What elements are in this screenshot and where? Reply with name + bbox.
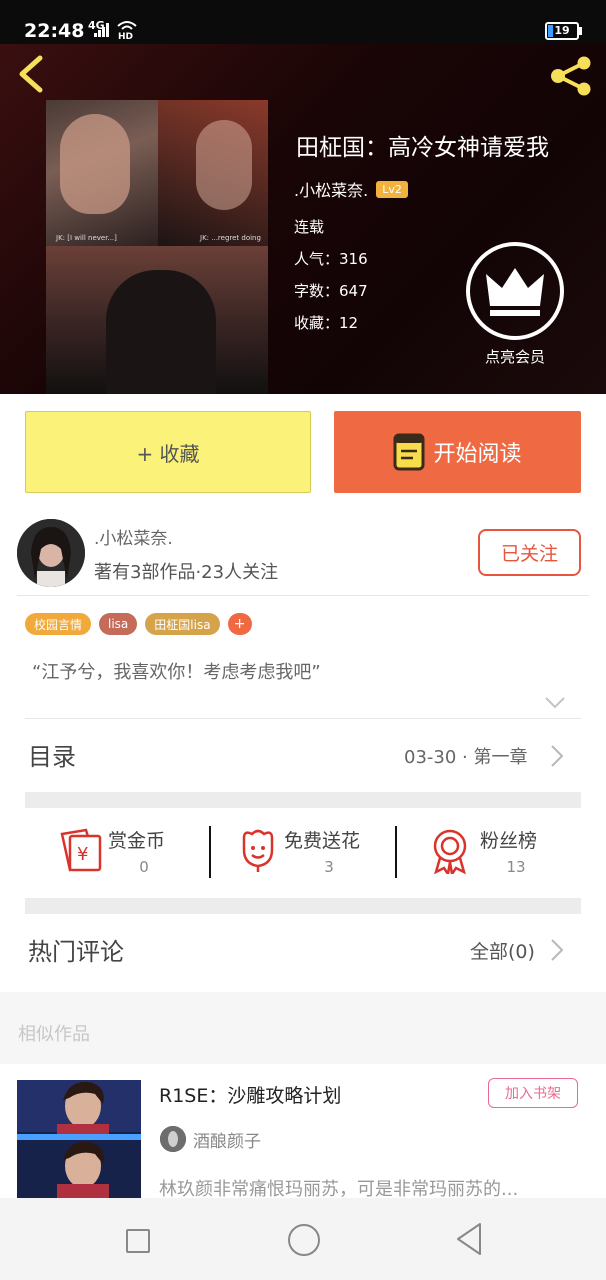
vip-label[interactable]: 点亮会员 <box>470 346 560 367</box>
battery-icon: 19 <box>545 22 579 40</box>
reward-coins[interactable]: ¥ 赏金币 0 <box>56 820 196 884</box>
tag-list: 校园言情 lisa 田柾国lisa + <box>25 613 252 635</box>
home-button[interactable] <box>288 1224 320 1256</box>
status-bar: 22:48 4G HD 19 <box>0 0 606 44</box>
crown-icon <box>486 268 544 316</box>
comments-all-link[interactable]: 全部(0) <box>470 937 535 964</box>
catalog-title[interactable]: 目录 <box>28 737 76 772</box>
similar-author-name[interactable]: 酒酿颜子 <box>193 1127 261 1152</box>
similar-cover-image <box>17 1080 141 1200</box>
medal-icon <box>433 829 467 874</box>
author-avatar[interactable] <box>17 519 85 587</box>
recent-apps-button[interactable] <box>126 1229 150 1253</box>
start-reading-button[interactable]: 开始阅读 <box>334 411 581 493</box>
tag-item[interactable]: 校园言情 <box>25 613 92 635</box>
book-cover[interactable]: JK: [I will never...] JK: ...regret doin… <box>46 100 268 394</box>
reward-flowers-label: 免费送花 <box>284 830 361 852</box>
serial-status: 连载 <box>294 218 325 236</box>
back-arrow-icon[interactable] <box>14 54 50 94</box>
status-time: 22:48 <box>24 20 85 42</box>
share-icon[interactable] <box>548 56 594 96</box>
reward-flowers-count: 3 <box>324 858 334 876</box>
divider <box>17 595 589 596</box>
collect-button-label: + 收藏 <box>136 441 200 466</box>
flower-icon <box>242 829 274 872</box>
reward-coins-count: 0 <box>139 858 149 876</box>
reward-fan-ranking[interactable]: 粉丝榜 13 <box>428 820 568 884</box>
hd-wifi-icon: HD <box>117 21 137 40</box>
book-intro: “江予兮，我喜欢你！考虑考虑我吧” <box>32 662 321 683</box>
cover-caption-left: JK: [I will never...] <box>56 234 117 242</box>
follow-button[interactable]: 已关注 <box>478 529 581 576</box>
reward-coins-label: 赏金币 <box>108 830 166 852</box>
collect-button[interactable]: + 收藏 <box>25 411 311 493</box>
similar-section-header <box>0 992 606 1064</box>
similar-book-title[interactable]: R1SE：沙雕攻略计划 <box>159 1081 341 1108</box>
header-author-name[interactable]: .小松菜奈. <box>294 177 368 201</box>
book-title: 田柾国：高冷女神请爱我 <box>296 135 549 161</box>
cover-face-right <box>196 120 252 210</box>
book-header: JK: [I will never...] JK: ...regret doin… <box>0 44 606 394</box>
nav-back-icon[interactable] <box>454 1222 484 1256</box>
separator <box>395 826 397 878</box>
popularity: 人气：316 <box>294 250 368 268</box>
section-separator <box>25 898 581 914</box>
battery-level: 19 <box>554 24 570 37</box>
cover-face-left <box>60 114 130 214</box>
header-author-row[interactable]: .小松菜奈. Lv2 <box>294 178 408 200</box>
similar-section-label: 相似作品 <box>18 1024 90 1045</box>
chevron-right-icon[interactable] <box>550 744 564 768</box>
signal-icon <box>94 23 109 37</box>
avatar-image <box>17 519 85 587</box>
separator <box>209 826 211 878</box>
start-reading-label: 开始阅读 <box>433 442 522 467</box>
word-count: 字数：647 <box>294 282 368 300</box>
catalog-latest-chapter[interactable]: 03-30 · 第一章 <box>404 743 527 769</box>
reward-fan-ranking-label: 粉丝榜 <box>480 830 538 852</box>
favorites-count: 收藏：12 <box>294 314 359 332</box>
divider <box>25 718 581 719</box>
similar-author-avatar-image <box>160 1126 186 1152</box>
add-to-shelf-button[interactable]: 加入书架 <box>488 1078 578 1108</box>
chevron-down-icon[interactable] <box>544 696 566 710</box>
svg-text:¥: ¥ <box>77 844 88 865</box>
section-separator <box>25 792 581 808</box>
cover-figure-bottom <box>106 270 216 394</box>
cover-caption-right: JK: ...regret doing <box>200 234 261 242</box>
chevron-right-icon[interactable] <box>550 938 564 962</box>
similar-author-avatar <box>160 1126 186 1152</box>
tag-item[interactable]: lisa <box>99 613 138 635</box>
vip-button[interactable] <box>466 242 564 340</box>
battery-tip <box>579 27 582 35</box>
red-envelope-icon: ¥ <box>60 828 102 872</box>
similar-book-cover[interactable] <box>17 1080 141 1200</box>
add-tag-button[interactable]: + <box>227 613 252 635</box>
author-name[interactable]: .小松菜奈. <box>94 524 173 549</box>
level-badge: Lv2 <box>376 180 408 198</box>
svg-text:HD: HD <box>118 32 133 40</box>
tag-item[interactable]: 田柾国lisa <box>145 613 220 635</box>
author-stats: 著有3部作品·23人关注 <box>94 562 279 583</box>
reward-fan-ranking-count: 13 <box>506 858 526 876</box>
book-icon <box>393 433 425 471</box>
comments-title: 热门评论 <box>28 938 124 966</box>
reward-flowers[interactable]: 免费送花 3 <box>234 820 384 884</box>
